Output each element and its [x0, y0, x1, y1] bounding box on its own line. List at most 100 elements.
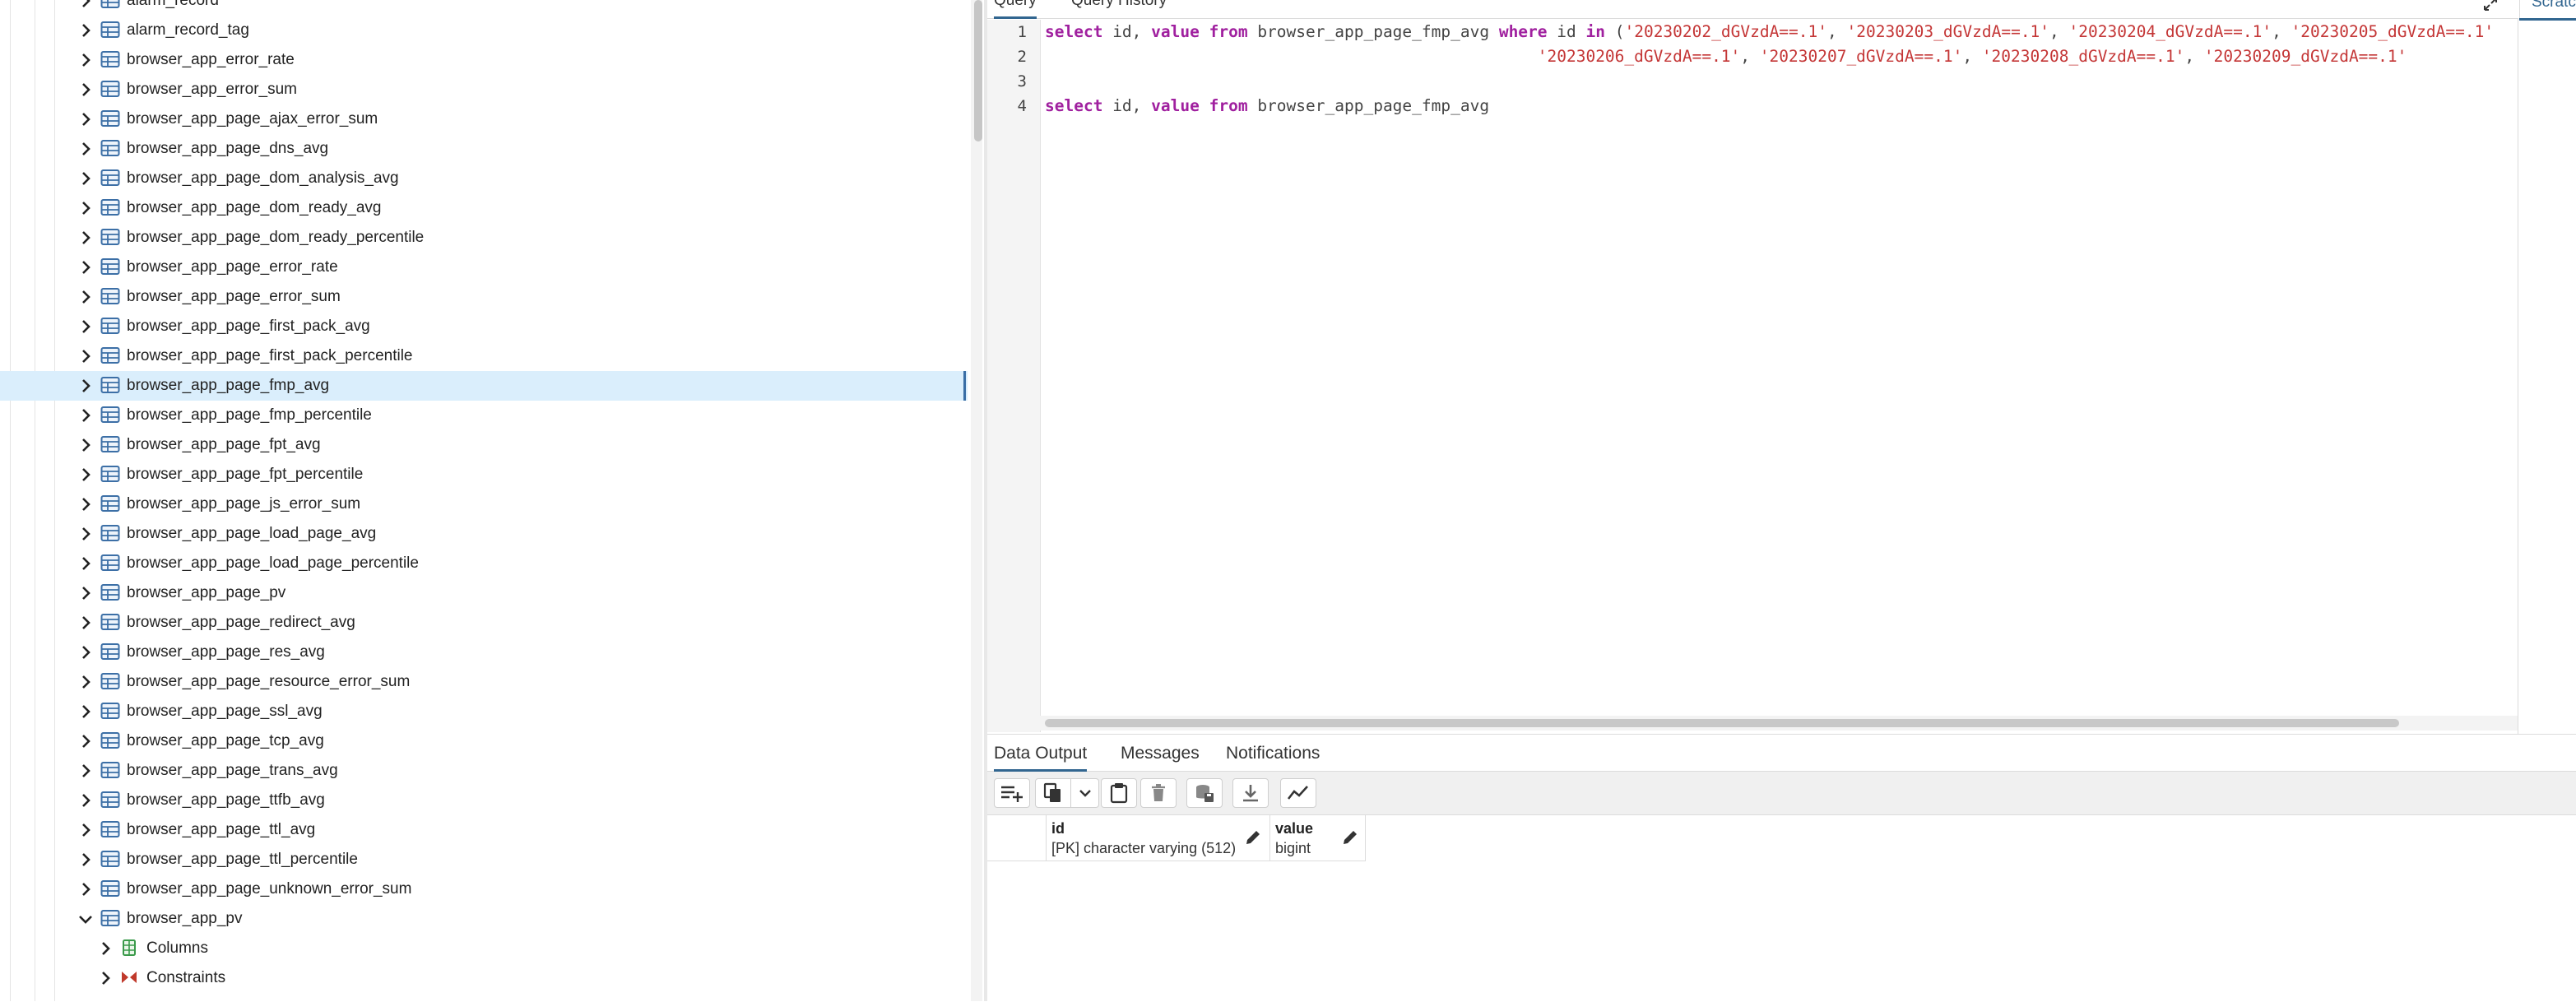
- paste-button[interactable]: [1101, 778, 1137, 808]
- code-line[interactable]: select id, value from browser_app_page_f…: [1045, 94, 1489, 118]
- chevron-right-icon[interactable]: [76, 376, 95, 396]
- tree-item[interactable]: Constraints: [0, 963, 968, 993]
- tree-item[interactable]: alarm_record_tag: [0, 16, 968, 45]
- tree-item[interactable]: browser_app_page_fmp_percentile: [0, 401, 968, 430]
- tab-messages[interactable]: Messages: [1121, 735, 1200, 769]
- code-line[interactable]: select id, value from browser_app_page_f…: [1045, 20, 2494, 44]
- copy-button[interactable]: [1035, 778, 1071, 808]
- chevron-right-icon[interactable]: [76, 346, 95, 366]
- tree-item[interactable]: browser_app_page_resource_error_sum: [0, 667, 968, 697]
- tab-query-history[interactable]: Query History: [1071, 0, 1167, 16]
- chevron-right-icon[interactable]: [76, 257, 95, 277]
- tree-item[interactable]: browser_app_page_dom_analysis_avg: [0, 164, 968, 193]
- editor-horizontal-scrollbar-thumb[interactable]: [1045, 719, 2399, 727]
- tree-item[interactable]: browser_app_page_error_sum: [0, 282, 968, 312]
- chevron-right-icon[interactable]: [76, 406, 95, 425]
- tree-item[interactable]: browser_app_page_fpt_percentile: [0, 460, 968, 489]
- expand-icon[interactable]: [2481, 0, 2499, 13]
- sql-editor[interactable]: 1 2 3 4 select id, value from browser_app_p…: [987, 20, 2518, 732]
- tree-item[interactable]: browser_app_page_dns_avg: [0, 134, 968, 164]
- chevron-right-icon[interactable]: [76, 583, 95, 603]
- chevron-right-icon[interactable]: [76, 642, 95, 662]
- line-number: 3: [1017, 72, 1027, 90]
- tree-item[interactable]: browser_app_page_fmp_avg: [0, 371, 968, 401]
- chevron-right-icon[interactable]: [76, 198, 95, 218]
- chevron-right-icon[interactable]: [76, 21, 95, 40]
- tree-item[interactable]: browser_app_page_unknown_error_sum: [0, 874, 968, 904]
- tree-item[interactable]: browser_app_page_dom_ready_avg: [0, 193, 968, 223]
- chevron-right-icon[interactable]: [76, 50, 95, 70]
- tree-item[interactable]: browser_app_page_ssl_avg: [0, 697, 968, 726]
- chevron-right-icon[interactable]: [76, 228, 95, 248]
- chevron-right-icon[interactable]: [76, 287, 95, 307]
- chevron-right-icon[interactable]: [95, 968, 115, 988]
- code-line[interactable]: '20230206_dGVzdA==.1', '20230207_dGVzdA=…: [1045, 44, 2407, 69]
- pencil-icon[interactable]: [1341, 828, 1359, 847]
- tree-item[interactable]: browser_app_page_trans_avg: [0, 756, 968, 786]
- chevron-right-icon[interactable]: [76, 80, 95, 100]
- chevron-right-icon[interactable]: [76, 850, 95, 870]
- delete-button[interactable]: [1140, 778, 1177, 808]
- tab-notifications[interactable]: Notifications: [1226, 735, 1320, 769]
- tree-item[interactable]: alarm_record: [0, 0, 968, 16]
- chevron-right-icon[interactable]: [76, 672, 95, 692]
- chevron-right-icon[interactable]: [76, 524, 95, 544]
- column-header-value[interactable]: value bigint: [1270, 815, 1366, 861]
- chevron-right-icon[interactable]: [76, 791, 95, 810]
- chevron-down-icon[interactable]: [76, 909, 95, 929]
- download-button[interactable]: [1232, 778, 1269, 808]
- tree-item[interactable]: browser_app_page_ttl_percentile: [0, 845, 968, 874]
- tree-item[interactable]: browser_app_page_ttl_avg: [0, 815, 968, 845]
- pencil-icon[interactable]: [1244, 828, 1262, 847]
- column-header-id[interactable]: id [PK] character varying (512): [1047, 815, 1270, 861]
- grid-corner-cell[interactable]: [987, 815, 1047, 861]
- chevron-right-icon[interactable]: [76, 613, 95, 633]
- chevron-right-icon[interactable]: [76, 879, 95, 899]
- tree-item[interactable]: browser_app_page_first_pack_percentile: [0, 341, 968, 371]
- tree-item[interactable]: browser_app_pv: [0, 904, 968, 934]
- copy-options-dropdown[interactable]: [1071, 778, 1099, 808]
- tree-item[interactable]: browser_app_page_load_page_percentile: [0, 549, 968, 578]
- chevron-right-icon[interactable]: [76, 0, 95, 11]
- tree-item[interactable]: browser_app_page_redirect_avg: [0, 608, 968, 638]
- chevron-right-icon[interactable]: [76, 820, 95, 840]
- tree-scrollbar-thumb[interactable]: [974, 0, 982, 141]
- tree-item[interactable]: browser_app_page_res_avg: [0, 638, 968, 667]
- tree-item[interactable]: browser_app_page_dom_ready_percentile: [0, 223, 968, 253]
- tree-item[interactable]: browser_app_page_error_rate: [0, 253, 968, 282]
- chevron-right-icon[interactable]: [76, 169, 95, 188]
- tree-item[interactable]: browser_app_page_js_error_sum: [0, 489, 968, 519]
- tree-item[interactable]: browser_app_page_first_pack_avg: [0, 312, 968, 341]
- tree-item[interactable]: browser_app_error_rate: [0, 45, 968, 75]
- chevron-right-icon[interactable]: [76, 317, 95, 336]
- chevron-right-icon[interactable]: [76, 731, 95, 751]
- tree-item[interactable]: browser_app_page_tcp_avg: [0, 726, 968, 756]
- tree-item[interactable]: browser_app_error_sum: [0, 75, 968, 104]
- line-number-gutter: 1 2 3 4: [987, 20, 1041, 732]
- chevron-right-icon[interactable]: [76, 139, 95, 159]
- tree-item[interactable]: browser_app_page_fpt_avg: [0, 430, 968, 460]
- save-data-button[interactable]: [1186, 778, 1223, 808]
- chevron-right-icon[interactable]: [76, 554, 95, 573]
- chevron-right-icon[interactable]: [76, 702, 95, 721]
- chevron-right-icon[interactable]: [76, 109, 95, 129]
- sql-code-area[interactable]: select id, value from browser_app_page_f…: [1045, 20, 2518, 732]
- chevron-right-icon[interactable]: [76, 435, 95, 455]
- tab-query[interactable]: Query: [994, 0, 1037, 19]
- tree-item[interactable]: Columns: [0, 934, 968, 963]
- tab-data-output[interactable]: Data Output: [994, 735, 1088, 772]
- chevron-right-icon[interactable]: [76, 494, 95, 514]
- tree-item[interactable]: browser_app_page_ttfb_avg: [0, 786, 968, 815]
- chevron-right-icon[interactable]: [95, 939, 115, 958]
- tree-item[interactable]: browser_app_page_load_page_avg: [0, 519, 968, 549]
- chevron-right-icon[interactable]: [76, 465, 95, 485]
- graph-button[interactable]: [1280, 778, 1316, 808]
- scratch-tab-underline: [2519, 18, 2576, 21]
- tree-item[interactable]: browser_app_page_pv: [0, 578, 968, 608]
- graph-icon: [1287, 786, 1308, 800]
- tab-scratch-pad[interactable]: Scratch Pad: [2519, 0, 2576, 18]
- chevron-right-icon[interactable]: [76, 761, 95, 781]
- add-row-button[interactable]: [994, 778, 1030, 808]
- tree-item[interactable]: browser_app_page_ajax_error_sum: [0, 104, 968, 134]
- tree-scrollbar[interactable]: [971, 0, 982, 1001]
